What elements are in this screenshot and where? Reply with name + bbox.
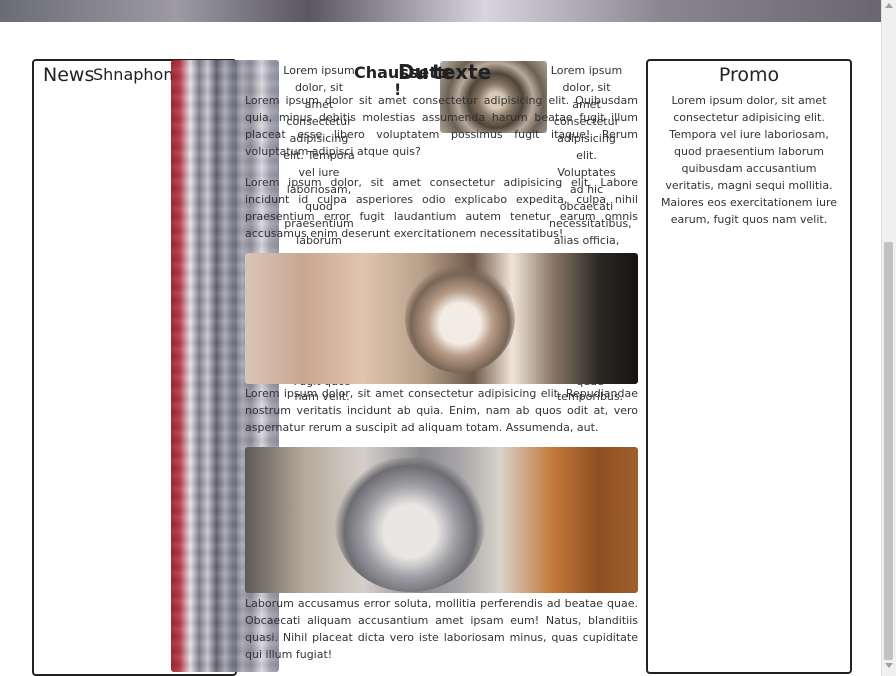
vertical-scrollbar[interactable]: [881, 0, 896, 676]
promo-panel: Promo Lorem ipsum dolor, sit amet consec…: [646, 59, 852, 674]
header-banner-image: [0, 0, 882, 22]
news-title: News: [43, 64, 95, 86]
title-texte: texte: [432, 60, 492, 84]
scrollbar-thumb[interactable]: [884, 242, 893, 660]
paragraph-2: Lorem ipsum dolor, sit amet consectetur …: [245, 176, 638, 240]
shnaphon-title: Shnaphon: [93, 65, 174, 84]
scroll-up-icon[interactable]: [885, 3, 893, 8]
promo-title: Promo: [718, 64, 780, 86]
scroll-down-icon[interactable]: [885, 663, 893, 668]
title-du: Du: [398, 60, 429, 84]
sleeping-cat-image: [245, 447, 638, 593]
promo-text: Lorem ipsum dolor, sit amet consectetur …: [660, 94, 838, 226]
paragraph-1: Lorem ipsum dolor sit amet consectetur a…: [245, 94, 638, 158]
paragraph-4: Laborum accusamus error soluta, mollitia…: [245, 597, 638, 661]
paragraph-3: Lorem ipsum dolor, sit amet consectetur …: [245, 387, 638, 434]
kitten-in-hand-image: [245, 253, 638, 384]
